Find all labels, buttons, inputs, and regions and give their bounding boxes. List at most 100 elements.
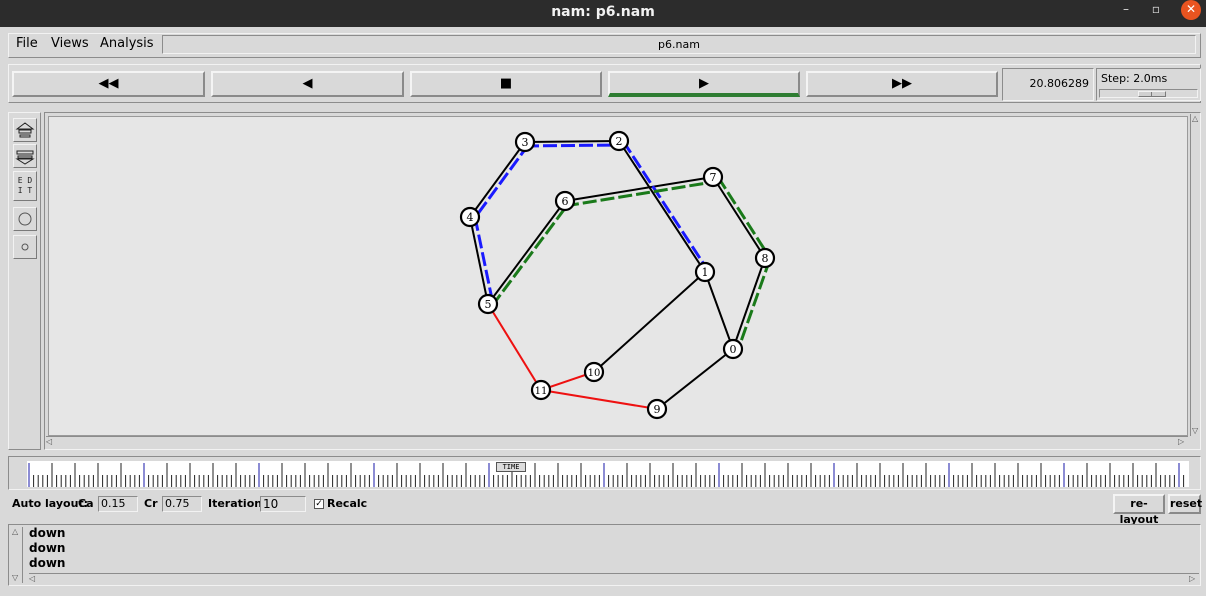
node-label: 3	[522, 136, 529, 149]
reset-button[interactable]: reset	[1168, 494, 1202, 514]
log-line: down	[29, 526, 66, 540]
window-title: nam: p6.nam	[551, 4, 655, 20]
timeline-slider[interactable]	[8, 456, 1201, 490]
log-line: down	[29, 541, 66, 555]
node-label: 0	[730, 343, 737, 356]
fast-forward-button[interactable]: ▶▶	[806, 71, 998, 97]
step-slider-handle[interactable]	[1138, 91, 1166, 97]
packet-flow-5-6	[490, 202, 571, 307]
step-slider[interactable]	[1099, 89, 1198, 98]
network-canvas[interactable]: 0 1 2 3 4 5 6 7 8 9 10 11	[48, 116, 1188, 436]
network-graph: 0 1 2 3 4 5 6 7 8 9 10 11	[459, 130, 776, 420]
timeline-handle[interactable]: TIME	[496, 462, 526, 472]
scroll-right-icon[interactable]: ▷	[1178, 437, 1184, 447]
timeline-ticks	[28, 463, 1185, 487]
node-label: 8	[762, 252, 769, 265]
rewind-icon: ◀◀	[98, 76, 119, 91]
time-display: 20.806289	[1002, 68, 1094, 101]
ca-label: Ca	[78, 497, 94, 510]
log-line: down	[29, 556, 66, 570]
filename-display: p6.nam	[162, 35, 1196, 54]
fast-forward-icon: ▶▶	[892, 76, 912, 91]
packet-flow-7-8	[716, 176, 772, 259]
link-3-4	[469, 141, 526, 218]
node-8[interactable]: 8	[754, 247, 776, 269]
stop-button[interactable]: ■	[410, 71, 602, 97]
node-label: 6	[562, 195, 569, 208]
auto-layout-bar: Auto layout: Ca 0.15 Cr 0.75 Iterations …	[8, 492, 1202, 526]
log-scroll-down-icon[interactable]: ▽	[12, 573, 18, 583]
link-1-10	[593, 271, 706, 373]
packet-flow-8-0	[736, 258, 772, 351]
recalc-label: Recalc	[327, 497, 368, 510]
back-icon: ◀	[302, 76, 313, 91]
log-horizontal-scrollbar[interactable]: ◁ ▷	[29, 573, 1199, 585]
tool-palette: E D I T	[8, 112, 41, 450]
title-bar: nam: p6.nam – ▫ ✕	[0, 0, 1206, 27]
packet-flow-4-5	[473, 216, 495, 305]
canvas-frame: 0 1 2 3 4 5 6 7 8 9 10 11	[44, 112, 1201, 450]
rewind-button[interactable]: ◀◀	[12, 71, 205, 97]
scroll-left-icon[interactable]: ◁	[46, 437, 52, 447]
node-label: 1	[702, 266, 709, 279]
log-vertical-scrollbar[interactable]: △ ▽	[11, 527, 23, 583]
node-tool-small-icon[interactable]	[13, 235, 37, 259]
node-4[interactable]: 4	[459, 206, 481, 228]
log-scroll-up-icon[interactable]: △	[12, 527, 18, 537]
log-panel: △ ▽ down down down ◁ ▷	[8, 524, 1201, 586]
scroll-down-icon[interactable]: ▽	[1192, 426, 1198, 436]
recalc-checkbox[interactable]: ✓	[314, 499, 324, 509]
node-0[interactable]: 0	[722, 338, 744, 360]
canvas-horizontal-scrollbar[interactable]: ◁ ▷	[46, 436, 1188, 447]
log-scroll-right-icon[interactable]: ▷	[1189, 574, 1195, 584]
relayout-button[interactable]: re-layout	[1113, 494, 1165, 526]
node-label: 2	[616, 135, 623, 148]
link-0-9	[656, 348, 734, 410]
node-7[interactable]: 7	[702, 166, 724, 188]
link-11-9	[540, 389, 658, 410]
node-label: 7	[710, 171, 717, 184]
node-3[interactable]: 3	[514, 131, 536, 153]
close-button[interactable]: ✕	[1181, 0, 1201, 20]
node-2[interactable]: 2	[608, 130, 630, 152]
link-1-0	[704, 271, 734, 350]
node-9[interactable]: 9	[646, 398, 668, 420]
node-label: 5	[485, 298, 492, 311]
timeline-track[interactable]	[27, 461, 1189, 487]
node-6[interactable]: 6	[554, 190, 576, 212]
iterations-input[interactable]: 10	[260, 496, 306, 512]
link-3-2	[524, 140, 620, 143]
step-control: Step: 2.0ms	[1096, 68, 1201, 101]
maximize-button[interactable]: ▫	[1142, 0, 1170, 18]
menu-analysis[interactable]: Analysis	[100, 36, 154, 51]
zoom-in-icon[interactable]	[13, 118, 37, 142]
node-1[interactable]: 1	[694, 261, 716, 283]
node-label: 9	[654, 403, 661, 416]
zoom-out-icon[interactable]	[13, 144, 37, 168]
minimize-button[interactable]: –	[1112, 0, 1140, 18]
link-7-8	[712, 176, 766, 259]
canvas-vertical-scrollbar[interactable]: △ ▽	[1190, 114, 1201, 436]
link-5-11	[487, 303, 542, 391]
link-6-7	[564, 176, 714, 202]
scroll-up-icon[interactable]: △	[1192, 114, 1198, 124]
stop-icon: ■	[499, 76, 513, 91]
packet-flow-3-2	[524, 143, 620, 148]
node-5[interactable]: 5	[477, 293, 499, 315]
link-5-6	[487, 200, 566, 305]
log-scroll-left-icon[interactable]: ◁	[29, 574, 35, 584]
node-10[interactable]: 10	[583, 361, 605, 383]
cr-input[interactable]: 0.75	[162, 496, 202, 512]
packet-flow-6-7	[564, 180, 714, 208]
packet-flow-3-4	[472, 143, 531, 220]
ca-input[interactable]: 0.15	[98, 496, 138, 512]
edit-tool[interactable]: E D I T	[13, 171, 37, 201]
play-button[interactable]: ▶	[608, 71, 800, 97]
step-back-button[interactable]: ◀	[211, 71, 404, 97]
menu-file[interactable]: File	[16, 36, 38, 51]
menu-views[interactable]: Views	[51, 36, 89, 51]
step-label: Step: 2.0ms	[1101, 72, 1168, 85]
node-label: 4	[467, 211, 474, 224]
node-tool-large-icon[interactable]	[13, 207, 37, 231]
node-11[interactable]: 11	[530, 379, 552, 401]
